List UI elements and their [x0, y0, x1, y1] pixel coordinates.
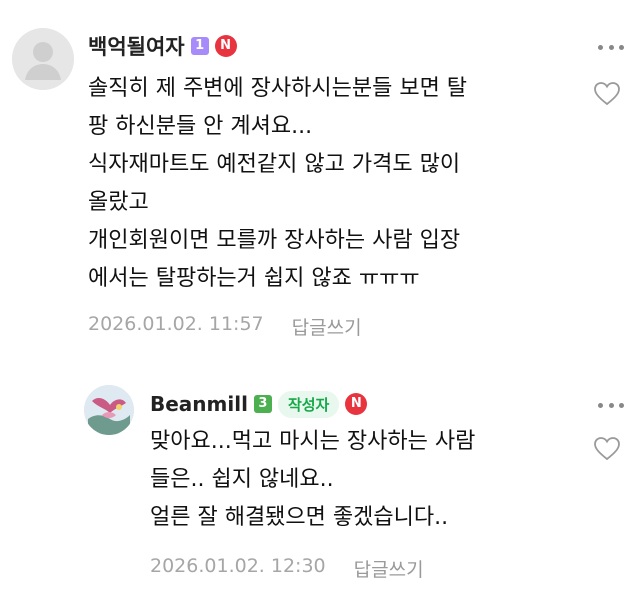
reply-button[interactable]: 답글쓰기: [292, 313, 362, 340]
username[interactable]: 백억될여자: [88, 31, 185, 61]
comment-header: Beanmill 3 작성자 N: [150, 388, 368, 420]
new-badge: N: [214, 35, 237, 57]
timestamp: 2026.01.02. 12:30: [150, 555, 326, 577]
heart-icon[interactable]: [594, 437, 620, 461]
comment-line: 팡 하신분들 안 계셔요...: [88, 114, 313, 139]
comment-line: 들은.. 쉽지 않네요..: [150, 467, 334, 492]
comment-line: 식자재마트도 예전같지 않고 가격도 많이: [88, 152, 461, 177]
comment-body: 솔직히 제 주변에 장사하시는분들 보면 탈 팡 하신분들 안 계셔요... 식…: [88, 70, 467, 298]
comment-line: 솔직히 제 주변에 장사하시는분들 보면 탈: [88, 76, 468, 101]
comment-line: 맞아요...먹고 마시는 장사하는 사람: [150, 429, 476, 454]
level-badge: 3: [253, 395, 272, 413]
comment-line: 에서는 탈팡하는거 쉽지 않죠 ㅠㅠㅠ: [88, 266, 420, 291]
username[interactable]: Beanmill: [150, 392, 248, 416]
level-badge: 1: [190, 37, 209, 55]
comment-body: 맞아요...먹고 마시는 장사하는 사람 들은.. 쉽지 않네요.. 얼른 잘 …: [150, 423, 475, 537]
heart-icon[interactable]: [594, 82, 620, 106]
new-badge: N: [345, 393, 368, 415]
avatar[interactable]: [84, 385, 134, 435]
default-avatar-icon[interactable]: [12, 28, 74, 90]
timestamp: 2026.01.02. 11:57: [88, 313, 264, 335]
author-tag: 작성자: [277, 390, 340, 418]
more-icon[interactable]: [598, 400, 624, 410]
reply-comment-item: Beanmill 3 작성자 N 맞아요...먹고 마시는 장사하는 사람 들은…: [0, 370, 640, 600]
more-icon[interactable]: [598, 42, 624, 52]
reply-button[interactable]: 답글쓰기: [354, 555, 424, 582]
comment-line: 얼른 잘 해결됐으면 좋겠습니다..: [150, 505, 449, 530]
comment-item: 백억될여자 1 N 솔직히 제 주변에 장사하시는분들 보면 탈 팡 하신분들 …: [0, 0, 640, 350]
comment-line: 올랐고: [88, 190, 149, 215]
comment-meta: 2026.01.02. 12:30 답글쓰기: [150, 555, 424, 582]
comment-meta: 2026.01.02. 11:57 답글쓰기: [88, 313, 362, 340]
comment-line: 개인회원이면 모를까 장사하는 사람 입장: [88, 228, 461, 253]
comment-header: 백억될여자 1 N: [88, 30, 237, 62]
